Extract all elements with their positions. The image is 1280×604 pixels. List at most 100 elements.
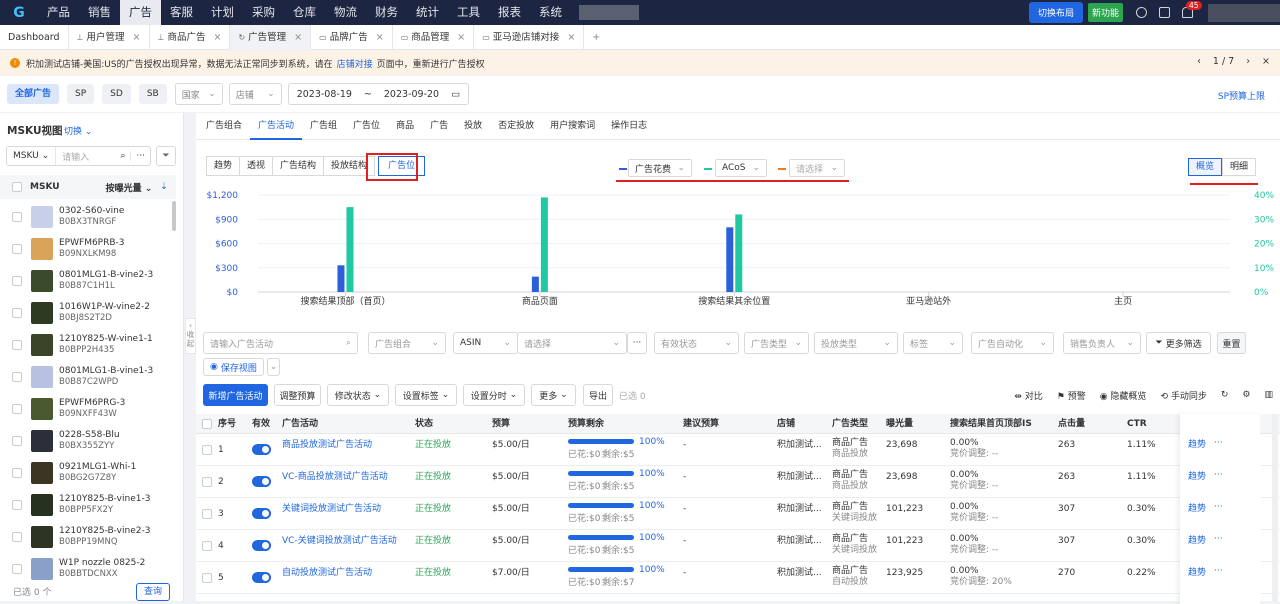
save-view-button[interactable]: ◉ 保存视图 bbox=[203, 358, 264, 376]
table-scrollbar[interactable] bbox=[1272, 414, 1278, 601]
row-checkbox[interactable] bbox=[12, 532, 22, 542]
ad-type-pill[interactable]: SP bbox=[67, 84, 95, 104]
more-icon[interactable]: ··· bbox=[1214, 566, 1223, 577]
content-tab[interactable]: 商品 bbox=[388, 113, 422, 140]
tag-select[interactable]: 标签 ⌄ bbox=[903, 332, 963, 354]
filter-icon[interactable]: ⏷ bbox=[156, 146, 176, 166]
alert-button[interactable]: ⚑ 预警 bbox=[1057, 389, 1086, 402]
shop-select[interactable]: 店铺 ⌄ bbox=[228, 83, 282, 105]
close-icon[interactable]: × bbox=[133, 25, 141, 50]
switch-view-link[interactable]: 切换 ⌄ bbox=[64, 124, 92, 137]
campaign-search-input[interactable]: 请输入广告活动 ⌕ bbox=[203, 332, 358, 354]
status-select[interactable]: 有效状态 ⌄ bbox=[654, 332, 739, 354]
nav-item[interactable]: 产品 bbox=[38, 0, 79, 25]
manual-sync-button[interactable]: ⟲ 手动同步 bbox=[1160, 389, 1206, 402]
reset-button[interactable]: 重置 bbox=[1217, 332, 1246, 354]
content-tab[interactable]: 广告组 bbox=[302, 113, 345, 140]
row-checkbox[interactable] bbox=[12, 500, 22, 510]
msku-search-input[interactable]: 请输入 bbox=[56, 150, 115, 163]
switch-layout-button[interactable]: 切换布局 bbox=[1028, 2, 1083, 23]
list-item[interactable]: EPWFM6PRB-3 B09NXLKM98 bbox=[0, 233, 176, 265]
nav-item[interactable]: 客服 bbox=[161, 0, 202, 25]
owner-select[interactable]: 销售负责人 ⌄ bbox=[1063, 332, 1141, 354]
portfolio-select[interactable]: 广告组合 ⌄ bbox=[368, 332, 446, 354]
alert-link[interactable]: 店铺对接 bbox=[337, 57, 373, 70]
content-tab[interactable]: 否定投放 bbox=[490, 113, 542, 140]
page-tab[interactable]: Dashboard bbox=[0, 24, 69, 50]
close-icon[interactable]: × bbox=[567, 25, 575, 50]
message-icon[interactable] bbox=[1159, 7, 1170, 18]
page-tab[interactable]: ⊥ 商品广告 × bbox=[150, 24, 231, 50]
search-icon[interactable]: ⌕ bbox=[115, 151, 130, 161]
list-item[interactable]: 0228-S58-Blu B0BX355ZYY bbox=[0, 425, 176, 457]
settings-icon[interactable]: ⚙ bbox=[1242, 390, 1250, 400]
trend-link[interactable]: 趋势 bbox=[1188, 504, 1206, 515]
row-checkbox[interactable] bbox=[202, 541, 212, 551]
nav-item[interactable]: 报表 bbox=[489, 0, 530, 25]
row-checkbox[interactable] bbox=[12, 340, 22, 350]
ad-type-select[interactable]: 广告类型 ⌄ bbox=[744, 332, 809, 354]
close-icon[interactable]: × bbox=[294, 25, 302, 50]
hide-overview-button[interactable]: ◉ 隐藏概览 bbox=[1100, 389, 1147, 402]
export-button[interactable]: 导出 bbox=[583, 384, 613, 406]
row-checkbox[interactable] bbox=[12, 276, 22, 286]
asin-type-select[interactable]: ASIN ⌄ bbox=[453, 332, 518, 354]
content-tab[interactable]: 用户搜索词 bbox=[542, 113, 603, 140]
row-checkbox[interactable] bbox=[202, 445, 212, 455]
close-icon[interactable]: × bbox=[1262, 56, 1270, 67]
nav-item[interactable]: 财务 bbox=[366, 0, 407, 25]
more-icon[interactable]: ··· bbox=[130, 151, 150, 161]
new-feature-button[interactable]: 新功能 bbox=[1087, 3, 1123, 22]
content-tab[interactable]: 广告组合 bbox=[198, 113, 250, 140]
nav-item[interactable]: 采购 bbox=[243, 0, 284, 25]
sort-desc-icon[interactable]: ⇣ bbox=[160, 182, 168, 192]
nav-item[interactable]: 计划 bbox=[202, 0, 243, 25]
view-tab[interactable]: 广告结构 bbox=[272, 156, 325, 176]
table-row[interactable]: 3 关键词投放测试广告活动 正在投放 $5.00/日 100% 已花:$0 剩余:$5 - 积加… bbox=[196, 498, 1280, 530]
select-all-checkbox[interactable] bbox=[202, 419, 212, 429]
row-checkbox[interactable] bbox=[12, 564, 22, 574]
row-checkbox[interactable] bbox=[12, 308, 22, 318]
overview-toggle[interactable]: 概览 bbox=[1187, 158, 1222, 176]
columns-icon[interactable]: ▥ bbox=[1264, 390, 1273, 400]
compare-button[interactable]: ⇹ 对比 bbox=[1014, 389, 1042, 402]
close-icon[interactable]: × bbox=[457, 25, 465, 50]
nav-item[interactable]: 系统 bbox=[530, 0, 571, 25]
row-checkbox[interactable] bbox=[12, 404, 22, 414]
nav-item[interactable]: 物流 bbox=[325, 0, 366, 25]
active-toggle[interactable] bbox=[252, 476, 271, 487]
sort-select[interactable]: 按曝光量 ⌄ bbox=[106, 181, 153, 194]
more-icon[interactable]: ··· bbox=[1214, 470, 1223, 481]
campaign-link[interactable]: 商品投放测试广告活动 bbox=[282, 440, 372, 451]
set-tag-button[interactable]: 设置标签 ⌄ bbox=[395, 384, 457, 406]
trend-link[interactable]: 趋势 bbox=[1188, 568, 1206, 579]
more-icon[interactable]: ··· bbox=[1214, 438, 1223, 449]
country-select[interactable]: 国家 ⌄ bbox=[174, 83, 223, 105]
add-tab-button[interactable]: + bbox=[584, 25, 608, 50]
nav-item[interactable]: 广告 bbox=[120, 0, 161, 25]
view-tab[interactable]: 趋势 bbox=[206, 156, 241, 176]
close-icon[interactable]: × bbox=[213, 25, 221, 50]
row-checkbox[interactable] bbox=[202, 573, 212, 583]
table-row[interactable]: 4 VC-关键词投放测试广告活动 正在投放 $5.00/日 100% 已花:$0 剩余:$5… bbox=[196, 530, 1280, 562]
active-toggle[interactable] bbox=[252, 444, 271, 455]
user-avatar[interactable] bbox=[1208, 3, 1280, 22]
more-icon[interactable]: ··· bbox=[1214, 502, 1223, 513]
row-checkbox[interactable] bbox=[202, 509, 212, 519]
table-row[interactable]: 1 商品投放测试广告活动 正在投放 $5.00/日 100% 已花:$0 剩余:$5 - 积加测… bbox=[196, 434, 1280, 466]
adjust-budget-button[interactable]: 调整预算 bbox=[274, 384, 321, 406]
campaign-link[interactable]: VC-关键词投放测试广告活动 bbox=[282, 536, 397, 547]
row-checkbox[interactable] bbox=[12, 372, 22, 382]
metric-select-2[interactable]: ACoS ⌄ bbox=[715, 159, 767, 177]
row-checkbox[interactable] bbox=[202, 477, 212, 487]
sp-budget-link[interactable]: SP预算上限 bbox=[1218, 89, 1265, 102]
nav-item[interactable]: 工具 bbox=[448, 0, 489, 25]
list-item[interactable]: 1210Y825-B-vine2-3 B0BPP19MNQ bbox=[0, 521, 176, 553]
close-icon[interactable]: × bbox=[376, 25, 384, 50]
row-checkbox[interactable] bbox=[12, 244, 22, 254]
campaign-link[interactable]: 自动投放测试广告活动 bbox=[282, 568, 372, 579]
page-tab[interactable]: ▭ 品牌广告 × bbox=[311, 24, 393, 50]
page-tab[interactable]: ⊥ 用户管理 × bbox=[69, 24, 150, 50]
list-item[interactable]: 0302-S60-vine B0BX3TNRGF bbox=[0, 201, 176, 233]
date-range-picker[interactable]: 2023-08-19 ~ 2023-09-20 ▭ bbox=[287, 83, 470, 105]
